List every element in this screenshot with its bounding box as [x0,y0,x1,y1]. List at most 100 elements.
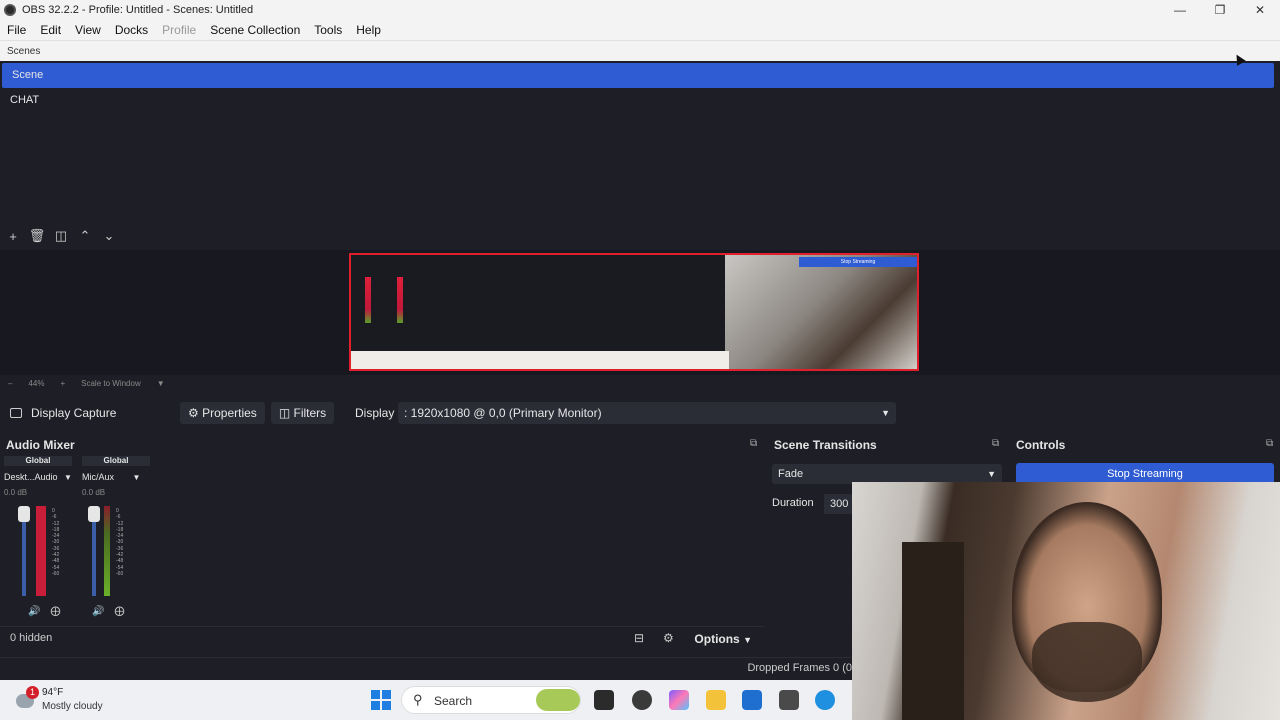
global-badge: Global [4,456,72,466]
zoom-out-icon[interactable]: – [8,379,12,388]
display-capture-icon [10,408,22,418]
dropped-frames: Dropped Frames 0 (0 [747,662,852,674]
properties-button[interactable]: ⚙ Properties [180,402,265,424]
undock-icon[interactable]: ⧉ [750,438,757,449]
scene-filters-icon[interactable]: ◫ [50,228,72,244]
copilot-icon[interactable] [669,690,689,710]
duration-label: Duration [772,497,814,509]
filters-button[interactable]: ◫ Filters [270,402,335,424]
meter-scale: 0 -6 -12 -18 -24 -30 -36 -42 -48 -54 -60 [52,508,59,577]
scale-tick: -30 [116,539,124,546]
windows-start-icon[interactable] [371,690,391,710]
menu-help[interactable]: Help [349,23,388,37]
scale-mode[interactable]: Scale to Window [81,379,141,388]
menu-docks[interactable]: Docks [108,23,155,37]
monitor-off-icon[interactable]: ⨁ [50,606,60,617]
monitor-off-icon[interactable]: ⨁ [114,606,124,617]
scale-tick: -12 [116,520,124,527]
zoom-in-icon[interactable]: + [60,379,65,388]
source-toolbar: Display Capture ⚙ Properties ◫ Filters D… [0,400,1280,426]
chevron-down-icon: ▼ [132,473,141,482]
edge-icon[interactable] [815,690,835,710]
menu-file[interactable]: File [0,23,33,37]
scale-tick: -12 [52,520,60,527]
undock-icon[interactable]: ⧉ [1266,438,1273,449]
mixer-footer: 0 hidden ⊟ ⚙ Options ▼ [0,626,764,650]
undock-icon[interactable]: ⧉ [992,438,999,449]
scale-tick: -48 [52,558,60,565]
chevron-down-icon[interactable]: ▼ [157,379,165,388]
weather-description: Mostly cloudy [42,701,103,712]
obs-logo-icon [4,4,16,16]
app-icon[interactable] [779,690,799,710]
restore-icon[interactable]: ❐ [1200,0,1240,20]
menu-edit[interactable]: Edit [33,23,68,37]
obs-taskbar-icon[interactable] [632,690,652,710]
scale-tick: -48 [116,558,124,565]
channel-name[interactable]: Deskt...Audio ▼ [4,471,72,483]
speaker-icon[interactable]: 🔊 [92,606,104,617]
volume-meter [104,506,110,596]
mixer-channel-mic: Global Mic/Aux ▼ 0.0 dB 0 -6 -12 -18 -24 -30-… [82,456,150,617]
webcam-background [902,542,964,720]
notification-badge: 1 [26,686,39,699]
menu-scene-collection[interactable]: Scene Collection [203,23,307,37]
transition-value: Fade [778,468,804,480]
menu-tools[interactable]: Tools [307,23,349,37]
zoom-bar: – 44% + Scale to Window ▼ [0,375,1280,391]
store-icon[interactable] [742,690,762,710]
scene-item-scene[interactable]: Scene [2,63,1274,88]
menu-profile[interactable]: Profile [155,23,203,37]
menu-bar: File Edit View Docks Profile Scene Colle… [0,20,1280,40]
file-explorer-icon[interactable] [706,690,726,710]
layout-icon[interactable]: ⊟ [634,631,644,645]
zoom-level: 44% [28,378,45,388]
filter-icon: ◫ [278,406,291,420]
advanced-audio-icon[interactable]: ⚙ [663,631,674,645]
volume-knob[interactable] [18,506,30,522]
channel-name-label: Deskt...Audio [4,472,58,482]
window-controls: — ❐ ✕ [1160,0,1280,20]
global-badge: Global [82,456,150,466]
controls-title: Controls [1016,438,1066,452]
speaker-icon[interactable]: 🔊 [28,606,40,617]
scale-tick: -60 [52,570,60,577]
minimize-icon[interactable]: — [1160,0,1200,20]
channel-name[interactable]: Mic/Aux ▼ [82,471,150,483]
remove-scene-icon[interactable]: 🗑 [26,228,48,244]
search-highlight-icon [536,689,580,711]
channel-db: 0.0 dB [82,488,106,497]
move-down-icon[interactable]: ⌄ [98,228,120,244]
add-scene-icon[interactable]: + [2,229,24,244]
channel-db: 0.0 dB [4,488,28,497]
volume-meter [36,506,46,596]
preview-meter [365,277,371,323]
scale-tick: -30 [52,539,60,546]
volume-knob[interactable] [88,506,100,522]
display-select[interactable]: : 1920x1080 @ 0,0 (Primary Monitor) ▼ [398,402,896,424]
taskbar-search[interactable]: ⚲ Search [401,686,581,714]
window-title: OBS 32.2.2 - Profile: Untitled - Scenes:… [22,4,254,16]
preview-source-frame[interactable]: Stop Streaming [349,253,919,371]
source-name: Display Capture [31,406,117,420]
chevron-down-icon: ▼ [743,635,752,645]
preview-area[interactable]: Stop Streaming [0,250,1280,375]
scale-tick: -60 [116,570,124,577]
close-icon[interactable]: ✕ [1240,0,1280,20]
scenes-list: Scene CHAT + 🗑 ◫ ⌃ ⌄ [0,61,1280,250]
menu-view[interactable]: View [68,23,108,37]
transition-select[interactable]: Fade ▼ [772,464,1002,484]
options-label: Options [694,632,740,646]
webcam-overlay [852,482,1280,720]
hidden-count[interactable]: 0 hidden [10,632,52,644]
scene-item-chat[interactable]: CHAT [0,88,1280,113]
webcam-person-beard [1032,622,1142,702]
preview-nested-obs [351,255,729,351]
channel-icons: 🔊 ⨁ [28,606,60,617]
search-icon: ⚲ [413,692,423,707]
weather-icon[interactable]: 1 [14,686,39,710]
move-up-icon[interactable]: ⌃ [74,228,96,244]
options-button[interactable]: Options ▼ [694,632,752,646]
preview-meter [397,277,403,323]
taskview-icon[interactable] [594,690,614,710]
